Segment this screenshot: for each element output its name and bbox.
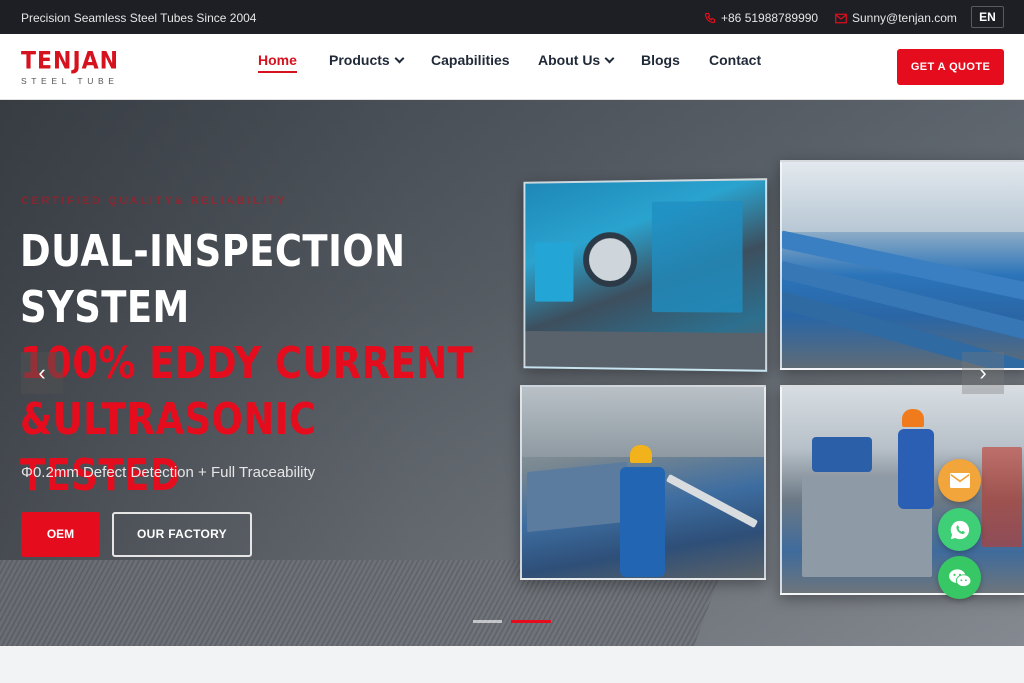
nav-blogs[interactable]: Blogs [641, 52, 680, 68]
hero-title-line1: DUAL-INSPECTION [20, 226, 406, 277]
slider-pagination [473, 620, 551, 623]
hero-title: DUAL-INSPECTION SYSTEM [20, 224, 490, 336]
floating-wechat-button[interactable] [938, 556, 981, 599]
email-address[interactable]: Sunny@tenjan.com [852, 11, 957, 25]
chevron-left-icon: ‹ [38, 360, 46, 385]
next-section-edge [0, 646, 1024, 683]
slider-prev-button[interactable]: ‹ [21, 352, 63, 394]
chevron-down-icon [394, 53, 405, 63]
phone-icon [704, 12, 716, 24]
floating-mail-button[interactable] [938, 459, 981, 502]
email-icon [835, 13, 847, 23]
phone-number[interactable]: +86 51988789990 [721, 11, 818, 25]
tagline: Precision Seamless Steel Tubes Since 200… [21, 11, 257, 25]
floating-whatsapp-button[interactable] [938, 508, 981, 551]
language-switcher[interactable]: EN [971, 6, 1004, 28]
factory-photo-inspection [780, 385, 1024, 595]
nav-capabilities[interactable]: Capabilities [431, 52, 510, 68]
hero-title-line2: SYSTEM [20, 282, 190, 333]
nav-blogs-label: Blogs [641, 52, 680, 68]
nav-about-label: About Us [538, 52, 601, 68]
nav-contact-label: Contact [709, 52, 762, 68]
hero-subtitle: Φ0.2mm Defect Detection + Full Traceabil… [21, 464, 316, 481]
slider-dot-2[interactable] [511, 620, 551, 623]
hero-title-red-line1: 100% EDDY CURRENT [20, 338, 474, 389]
nav-capabilities-label: Capabilities [431, 52, 510, 68]
nav-home[interactable]: Home [258, 52, 297, 73]
nav-products[interactable]: Products [329, 52, 405, 68]
factory-photo-hall [780, 160, 1024, 370]
nav-contact[interactable]: Contact [709, 52, 761, 68]
email-contact[interactable]: Sunny@tenjan.com [835, 11, 957, 25]
hero-slider: CERTIFIED QUALITY& RELIABILITY DUAL-INSP… [0, 100, 1024, 646]
chevron-right-icon: › [979, 360, 987, 385]
oem-button[interactable]: OEM [21, 512, 100, 557]
slider-dot-1[interactable] [473, 620, 502, 623]
main-nav: Home Products Capabilities About Us Blog… [0, 52, 1024, 82]
factory-photo-worker [520, 385, 766, 580]
nav-home-label: Home [258, 52, 297, 68]
nav-products-label: Products [329, 52, 390, 68]
hero-eyebrow: CERTIFIED QUALITY& RELIABILITY [21, 195, 288, 207]
get-quote-button[interactable]: GET A QUOTE [897, 49, 1004, 85]
chevron-down-icon [604, 53, 615, 63]
slider-next-button[interactable]: › [962, 352, 1004, 394]
hero-title-red-line2: &ULTRASONIC TESTED [20, 394, 317, 501]
our-factory-button[interactable]: OUR FACTORY [112, 512, 252, 557]
mail-icon [949, 473, 970, 488]
top-bar: Precision Seamless Steel Tubes Since 200… [0, 0, 1024, 34]
main-header: TENJAN STEEL TUBE Home Products Capabili… [0, 34, 1024, 100]
nav-about[interactable]: About Us [538, 52, 615, 68]
wechat-icon [948, 568, 971, 587]
factory-photo-machinery [523, 178, 768, 372]
whatsapp-icon [950, 520, 969, 539]
phone-contact[interactable]: +86 51988789990 [704, 11, 818, 25]
